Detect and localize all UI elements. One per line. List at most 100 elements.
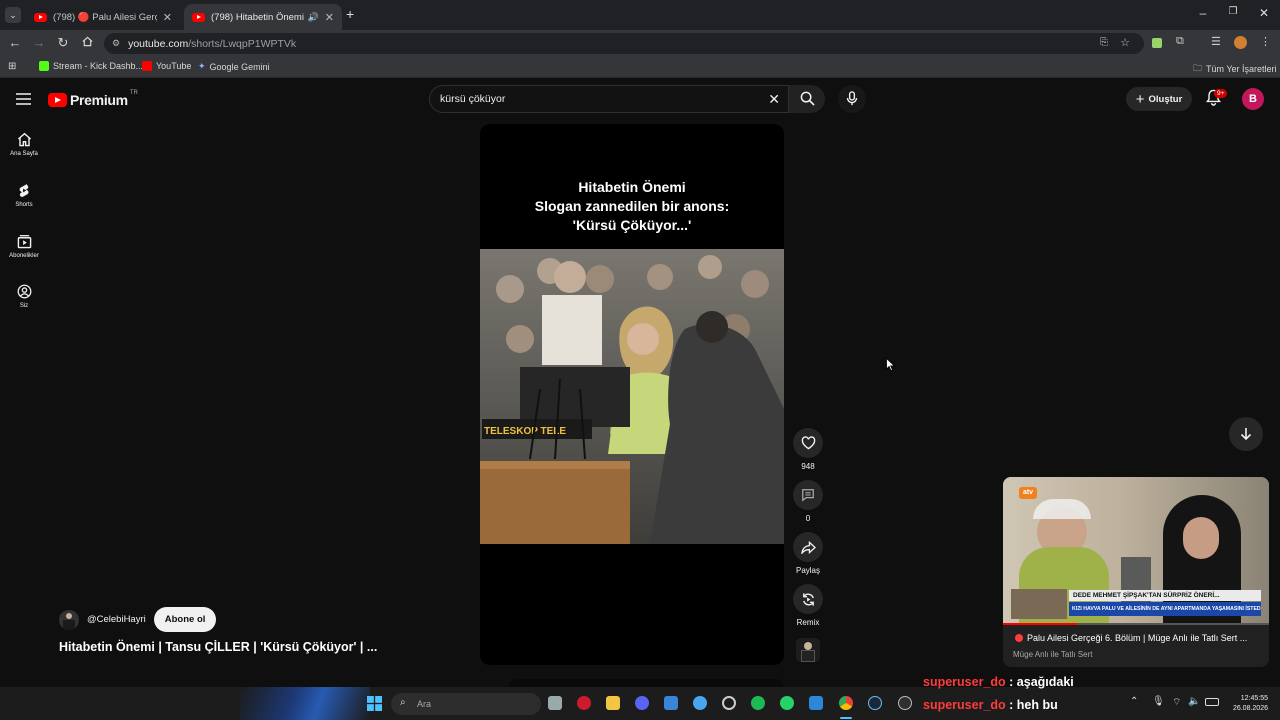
search-query: kürsü çöküyor	[440, 93, 506, 105]
hamburger-menu-icon[interactable]	[16, 92, 31, 110]
tab-search-button[interactable]: ⌄	[5, 7, 21, 23]
notification-badge: 9+	[1214, 89, 1228, 98]
reload-icon[interactable]: ↻	[54, 35, 72, 51]
discord-icon[interactable]	[635, 696, 649, 710]
browser-tab-hitabet[interactable]: (798) Hitabetin Önemi | Tan 🔊 ✕	[184, 4, 342, 30]
all-bookmarks[interactable]: 🗀 Tüm Yer İşaretleri	[1193, 61, 1277, 77]
task-view-icon[interactable]	[548, 696, 562, 710]
sidebar-item-shorts[interactable]: Shorts	[0, 183, 48, 208]
miniplayer-progress[interactable]	[1003, 623, 1269, 625]
bookmark-youtube[interactable]: YouTube	[142, 61, 191, 71]
extensions-puzzle-icon[interactable]: ⧉	[1176, 35, 1184, 48]
wifi-icon[interactable]: ⌔	[1172, 696, 1181, 709]
microphone-banner-text: TELESKOP TELE	[484, 426, 566, 437]
next-short-preview[interactable]	[508, 679, 784, 687]
youtube-premium-logo[interactable]: Premium TR	[48, 90, 138, 108]
browser-tab-palu[interactable]: (798) 🔴 Palu Ailesi Gerçeği 6. B ✕	[26, 4, 180, 30]
bookmark-star-icon[interactable]: ☆	[1120, 36, 1130, 49]
close-window-icon[interactable]: ✕	[1249, 6, 1279, 20]
youtube-icon	[142, 61, 152, 71]
media-controls-icon[interactable]: ☰	[1211, 35, 1221, 48]
remix-button[interactable]: Remix	[793, 584, 823, 627]
channel-row: @CelebiHayri Abone ol	[59, 607, 217, 632]
short-title[interactable]: Hitabetin Önemi | Tansu ÇİLLER | 'Kürsü …	[59, 640, 377, 654]
chrome-icon[interactable]	[839, 696, 853, 710]
forward-icon[interactable]: →	[30, 35, 48, 51]
profile-avatar-icon[interactable]	[1234, 36, 1247, 49]
spotify-icon[interactable]	[751, 696, 765, 710]
search-button[interactable]	[789, 85, 825, 113]
apps-grid-icon[interactable]: ⊞	[8, 61, 16, 72]
app-icon[interactable]	[693, 696, 707, 710]
maximize-icon[interactable]: ❐	[1218, 6, 1248, 17]
system-clock[interactable]: 12:45:55 26.08.2026	[1226, 694, 1268, 714]
shorts-video-player[interactable]: Hitabetin Önemi Slogan zannedilen bir an…	[480, 124, 784, 665]
minimize-icon[interactable]: –	[1188, 6, 1218, 20]
remix-icon	[802, 592, 814, 606]
next-video-button[interactable]	[1229, 417, 1263, 451]
close-tab-icon[interactable]: ✕	[163, 11, 172, 24]
account-avatar[interactable]: B	[1242, 88, 1264, 110]
youtube-favicon-icon	[192, 12, 205, 22]
share-button[interactable]: Paylaş	[793, 532, 823, 575]
like-button[interactable]: 948	[793, 428, 823, 471]
create-button[interactable]: + Oluştur	[1126, 87, 1192, 111]
clear-search-icon[interactable]: ✕	[768, 91, 780, 108]
atv-logo-icon: atv	[1019, 487, 1037, 499]
sidebar-label: Shorts	[15, 202, 33, 208]
tray-overflow-icon[interactable]: ⌃	[1130, 696, 1138, 707]
address-bar[interactable]: ⚙ youtube.com/shorts/LwqpP1WPTVk ⎘ ☆	[104, 33, 1144, 54]
live-dot-icon	[1015, 634, 1023, 642]
taskbar-search-input[interactable]: ⌕ Ara	[391, 693, 541, 715]
miniplayer-channel[interactable]: Müge Anlı ile Tatlı Sert	[1013, 650, 1092, 659]
bookmark-label: YouTube	[156, 61, 192, 71]
url-path: /shorts/LwqpP1WPTVk	[188, 37, 297, 50]
voice-search-button[interactable]	[838, 85, 866, 113]
subscriptions-icon	[17, 235, 31, 249]
original-audio-thumbnail[interactable]	[796, 638, 820, 662]
site-info-icon[interactable]: ⚙	[112, 38, 120, 49]
store-icon[interactable]	[664, 696, 678, 710]
install-app-icon[interactable]: ⎘	[1100, 37, 1108, 48]
back-icon[interactable]: ←	[6, 35, 24, 51]
battery-icon[interactable]	[1205, 698, 1219, 706]
miniplayer[interactable]: atv DEDE MEHMET ŞİPŞAK'TAN SÜRPRİZ ÖNERİ…	[1003, 477, 1269, 667]
start-windows-icon[interactable]	[367, 696, 382, 716]
microphone-tray-icon[interactable]: 🎙	[1152, 696, 1165, 707]
opera-icon[interactable]	[577, 696, 591, 710]
home-icon[interactable]	[78, 35, 96, 51]
sidebar-label: Siz	[19, 303, 29, 309]
comment-count: 0	[805, 514, 811, 523]
close-tab-icon[interactable]: ✕	[325, 11, 334, 24]
sidebar-item-subscriptions[interactable]: Abonelikler	[0, 234, 48, 259]
search-input[interactable]: kürsü çöküyor ✕	[429, 85, 789, 113]
extension-icon[interactable]	[1152, 38, 1162, 48]
new-tab-button[interactable]: +	[346, 6, 354, 22]
sidebar-item-you[interactable]: Siz	[0, 284, 48, 309]
browser-menu-icon[interactable]: ⋮	[1260, 35, 1271, 48]
chat-text: : aşağıdaki	[1009, 675, 1074, 689]
heart-icon	[801, 436, 815, 450]
bookmark-kick[interactable]: Stream - Kick Dashb...	[39, 61, 143, 71]
youtube-logo-icon	[48, 93, 67, 107]
steam-icon[interactable]	[868, 696, 882, 710]
bookmark-label: Google Gemini	[209, 61, 270, 72]
photos-icon[interactable]	[809, 696, 823, 710]
sidebar-item-home[interactable]: Ana Sayfa	[0, 132, 48, 157]
file-explorer-icon[interactable]	[606, 696, 620, 710]
subscribe-button[interactable]: Abone ol	[153, 607, 217, 632]
share-label: Paylaş	[795, 566, 820, 575]
whatsapp-icon[interactable]	[780, 696, 794, 710]
miniplayer-title[interactable]: Palu Ailesi Gerçeği 6. Bölüm | Müge Anlı…	[1015, 633, 1247, 643]
all-bookmarks-label: Tüm Yer İşaretleri	[1206, 64, 1277, 74]
channel-avatar[interactable]	[59, 609, 79, 630]
audio-playing-icon[interactable]: 🔊	[308, 12, 319, 23]
youtube-page: Premium TR kürsü çöküyor ✕ + Oluştur 9+ …	[0, 79, 1280, 687]
share-icon	[800, 540, 816, 554]
obs-icon[interactable]	[898, 696, 912, 710]
bookmark-gemini[interactable]: ✦ Google Gemini	[198, 61, 270, 72]
comment-button[interactable]: 0	[793, 480, 823, 523]
channel-name[interactable]: @CelebiHayri	[87, 614, 146, 625]
speedometer-icon[interactable]	[722, 696, 736, 710]
volume-icon[interactable]: 🔈	[1188, 696, 1200, 707]
